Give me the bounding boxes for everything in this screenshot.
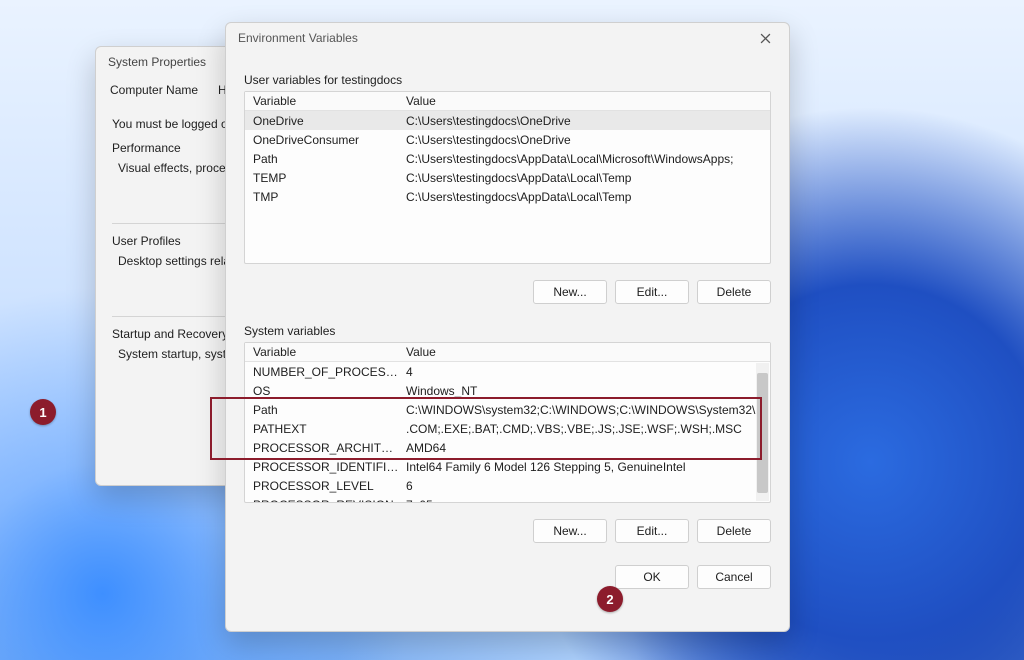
- row-variable: PROCESSOR_ARCHITECTURE: [245, 441, 400, 455]
- row-value: Windows_NT: [400, 384, 770, 398]
- env-title: Environment Variables: [238, 31, 358, 45]
- row-value: C:\Users\testingdocs\AppData\Local\Micro…: [400, 152, 770, 166]
- annotation-badge-2: 2: [597, 586, 623, 612]
- user-vars-list[interactable]: Variable Value OneDriveC:\Users\testingd…: [244, 91, 771, 264]
- col-variable: Variable: [245, 345, 400, 359]
- user-new-button[interactable]: New...: [533, 280, 607, 304]
- environment-variables-dialog: Environment Variables User variables for…: [225, 22, 790, 632]
- row-variable: PATHEXT: [245, 422, 400, 436]
- row-value: .COM;.EXE;.BAT;.CMD;.VBS;.VBE;.JS;.JSE;.…: [400, 422, 770, 436]
- row-variable: TMP: [245, 190, 400, 204]
- sys-var-row[interactable]: NUMBER_OF_PROCESSORS4: [245, 362, 770, 381]
- sys-vars-label: System variables: [226, 318, 789, 342]
- row-variable: OneDrive: [245, 114, 400, 128]
- row-value: C:\WINDOWS\system32;C:\WINDOWS;C:\WINDOW…: [400, 403, 770, 417]
- row-variable: PROCESSOR_REVISION: [245, 498, 400, 503]
- list-header: Variable Value: [245, 92, 770, 111]
- row-value: 6: [400, 479, 770, 493]
- sys-vars-list[interactable]: Variable Value NUMBER_OF_PROCESSORS4OSWi…: [244, 342, 771, 503]
- row-variable: NUMBER_OF_PROCESSORS: [245, 365, 400, 379]
- sys-delete-button[interactable]: Delete: [697, 519, 771, 543]
- sys-var-row[interactable]: PathC:\WINDOWS\system32;C:\WINDOWS;C:\WI…: [245, 400, 770, 419]
- ok-button[interactable]: OK: [615, 565, 689, 589]
- sys-edit-button[interactable]: Edit...: [615, 519, 689, 543]
- row-variable: TEMP: [245, 171, 400, 185]
- row-value: C:\Users\testingdocs\OneDrive: [400, 133, 770, 147]
- sysprop-title: System Properties: [108, 55, 206, 69]
- row-value: 4: [400, 365, 770, 379]
- sys-var-row[interactable]: OSWindows_NT: [245, 381, 770, 400]
- close-button[interactable]: [753, 26, 777, 50]
- row-value: Intel64 Family 6 Model 126 Stepping 5, G…: [400, 460, 770, 474]
- env-titlebar: Environment Variables: [226, 23, 789, 53]
- row-variable: PROCESSOR_IDENTIFIER: [245, 460, 400, 474]
- row-variable: Path: [245, 152, 400, 166]
- row-value: 7e05: [400, 498, 770, 503]
- user-vars-label: User variables for testingdocs: [226, 67, 789, 91]
- sys-var-row[interactable]: PROCESSOR_IDENTIFIERIntel64 Family 6 Mod…: [245, 457, 770, 476]
- row-value: C:\Users\testingdocs\AppData\Local\Temp: [400, 190, 770, 204]
- sys-var-row[interactable]: PATHEXT.COM;.EXE;.BAT;.CMD;.VBS;.VBE;.JS…: [245, 419, 770, 438]
- row-variable: PROCESSOR_LEVEL: [245, 479, 400, 493]
- list-header: Variable Value: [245, 343, 770, 362]
- scrollbar-thumb[interactable]: [757, 373, 768, 493]
- user-delete-button[interactable]: Delete: [697, 280, 771, 304]
- user-var-row[interactable]: OneDriveConsumerC:\Users\testingdocs\One…: [245, 130, 770, 149]
- row-value: C:\Users\testingdocs\OneDrive: [400, 114, 770, 128]
- col-variable: Variable: [245, 94, 400, 108]
- row-variable: Path: [245, 403, 400, 417]
- col-value: Value: [400, 345, 770, 359]
- user-var-row[interactable]: PathC:\Users\testingdocs\AppData\Local\M…: [245, 149, 770, 168]
- tab-computer-name[interactable]: Computer Name: [102, 79, 206, 101]
- cancel-button[interactable]: Cancel: [697, 565, 771, 589]
- annotation-badge-1: 1: [30, 399, 56, 425]
- user-var-row[interactable]: TMPC:\Users\testingdocs\AppData\Local\Te…: [245, 187, 770, 206]
- col-value: Value: [400, 94, 770, 108]
- user-var-row[interactable]: OneDriveC:\Users\testingdocs\OneDrive: [245, 111, 770, 130]
- sys-var-row[interactable]: PROCESSOR_LEVEL6: [245, 476, 770, 495]
- close-icon: [760, 33, 771, 44]
- sys-new-button[interactable]: New...: [533, 519, 607, 543]
- sys-var-row[interactable]: PROCESSOR_REVISION7e05: [245, 495, 770, 502]
- row-variable: OS: [245, 384, 400, 398]
- row-value: C:\Users\testingdocs\AppData\Local\Temp: [400, 171, 770, 185]
- row-variable: OneDriveConsumer: [245, 133, 400, 147]
- sys-var-row[interactable]: PROCESSOR_ARCHITECTUREAMD64: [245, 438, 770, 457]
- user-var-row[interactable]: TEMPC:\Users\testingdocs\AppData\Local\T…: [245, 168, 770, 187]
- row-value: AMD64: [400, 441, 770, 455]
- user-edit-button[interactable]: Edit...: [615, 280, 689, 304]
- scrollbar[interactable]: [756, 363, 769, 501]
